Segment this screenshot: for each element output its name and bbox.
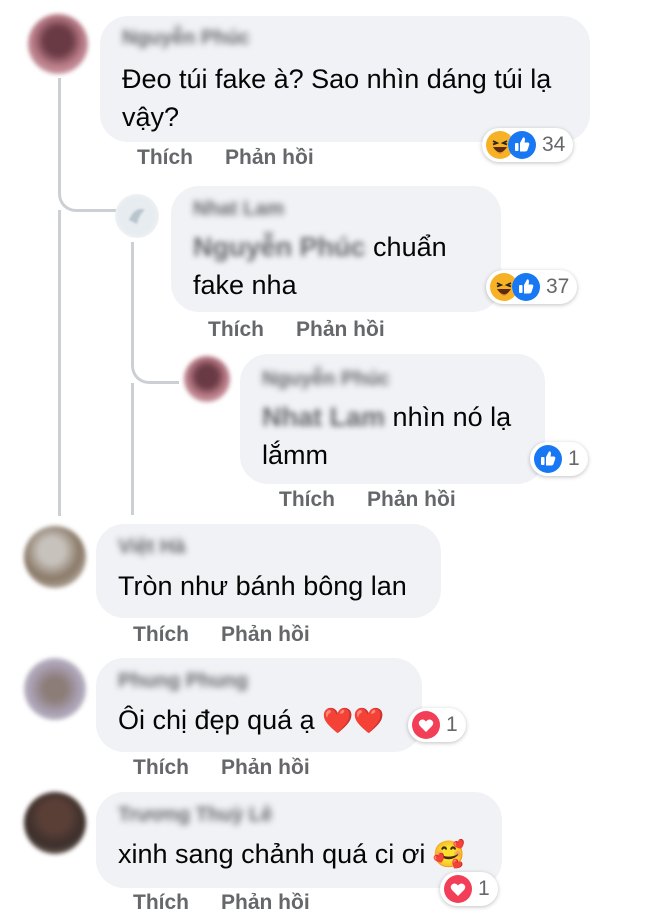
avatar[interactable] bbox=[24, 792, 86, 854]
comment-text: xinh sang chảnh quá ci ơi 🥰 bbox=[118, 835, 465, 874]
comment-actions: Thích Phản hồi bbox=[133, 891, 310, 915]
avatar[interactable] bbox=[24, 658, 86, 720]
comment-author[interactable]: Nhat Lam bbox=[193, 198, 284, 221]
comment-text: Ôi chị đẹp quá ạ ❤️❤️ bbox=[118, 701, 384, 740]
like-button[interactable]: Thích bbox=[208, 318, 264, 342]
reply-bubble: Nguyễn Phúc Nhat Lam nhìn nó lạ lắmm bbox=[240, 354, 545, 484]
like-button[interactable]: Thích bbox=[133, 891, 189, 915]
thread-line bbox=[58, 210, 61, 516]
like-icon bbox=[512, 273, 540, 301]
comment-text: Tròn như bánh bông lan bbox=[118, 571, 407, 601]
comment-bubble: Trương Thuỳ Lê xinh sang chảnh quá ci ơi… bbox=[96, 792, 502, 888]
reply-button[interactable]: Phản hồi bbox=[367, 488, 456, 512]
comment-bubble: Việt Hà Tròn như bánh bông lan bbox=[96, 524, 441, 618]
like-button[interactable]: Thích bbox=[137, 146, 193, 170]
comment-text-line: Đeo túi fake à? Sao nhìn dáng túi lạ bbox=[122, 64, 552, 94]
like-button[interactable]: Thích bbox=[279, 488, 335, 512]
like-button[interactable]: Thích bbox=[133, 756, 189, 780]
reply-button[interactable]: Phản hồi bbox=[221, 623, 310, 647]
comment-actions: Thích Phản hồi bbox=[133, 623, 310, 647]
love-icon bbox=[412, 711, 440, 739]
reaction-summary[interactable]: 37 bbox=[486, 270, 578, 304]
comment-text-line: fake nha bbox=[193, 270, 297, 300]
reaction-count: 1 bbox=[446, 713, 458, 736]
reaction-summary[interactable]: 1 bbox=[408, 708, 466, 742]
mention-tag[interactable]: Nhat Lam bbox=[262, 402, 385, 432]
comment-bubble: Phung Phung Ôi chị đẹp quá ạ ❤️❤️ bbox=[96, 658, 422, 752]
comment-text: Đeo túi fake à? Sao nhìn dáng túi lạ vậy… bbox=[122, 60, 551, 136]
smiling-hearts-emoji: 🥰 bbox=[432, 840, 466, 870]
comment-bubble: Nguyễn Phúc Đeo túi fake à? Sao nhìn dán… bbox=[100, 16, 590, 142]
comment-author[interactable]: Nguyễn Phúc bbox=[262, 368, 390, 391]
love-icon bbox=[444, 875, 472, 903]
reaction-count: 1 bbox=[478, 877, 490, 900]
like-icon bbox=[534, 445, 562, 473]
comment-actions: Thích Phản hồi bbox=[133, 756, 310, 780]
reaction-count: 37 bbox=[546, 275, 570, 298]
reply-button[interactable]: Phản hồi bbox=[296, 318, 385, 342]
reaction-count: 34 bbox=[542, 133, 566, 156]
comment-text: Nhat Lam nhìn nó lạ lắmm bbox=[262, 398, 511, 474]
comment-actions: Thích Phản hồi bbox=[279, 488, 456, 512]
avatar[interactable] bbox=[184, 356, 230, 402]
reaction-summary[interactable]: 1 bbox=[440, 872, 498, 906]
thread-line bbox=[131, 383, 134, 515]
reaction-count: 1 bbox=[568, 447, 580, 470]
comment-author[interactable]: Phung Phung bbox=[118, 670, 248, 693]
reply-button[interactable]: Phản hồi bbox=[221, 891, 310, 915]
like-icon bbox=[508, 131, 536, 159]
avatar[interactable] bbox=[28, 14, 88, 74]
reply-bubble: Nhat Lam Nguyễn Phúc chuẩn fake nha bbox=[171, 186, 501, 312]
comment-actions: Thích Phản hồi bbox=[208, 318, 385, 342]
mention-tag[interactable]: Nguyễn Phúc bbox=[193, 232, 366, 262]
comment-text-line: nhìn nó lạ bbox=[392, 402, 512, 432]
like-button[interactable]: Thích bbox=[133, 623, 189, 647]
comment-text-line: lắmm bbox=[262, 440, 328, 470]
comment-text-line: chuẩn bbox=[373, 232, 447, 262]
avatar[interactable] bbox=[115, 194, 159, 238]
reaction-summary[interactable]: 34 bbox=[482, 128, 574, 162]
reply-button[interactable]: Phản hồi bbox=[225, 146, 314, 170]
comment-actions: Thích Phản hồi bbox=[137, 146, 314, 170]
comment-author[interactable]: Nguyễn Phúc bbox=[122, 27, 250, 50]
comment-text-line: xinh sang chảnh quá ci ơi bbox=[118, 839, 426, 869]
comment-author[interactable]: Trương Thuỳ Lê bbox=[118, 804, 272, 827]
comment-author[interactable]: Việt Hà bbox=[118, 536, 185, 559]
avatar[interactable] bbox=[24, 526, 86, 588]
heart-emoji: ❤️❤️ bbox=[322, 706, 385, 735]
comment-text: Nguyễn Phúc chuẩn fake nha bbox=[193, 228, 447, 304]
reply-button[interactable]: Phản hồi bbox=[221, 756, 310, 780]
reaction-summary[interactable]: 1 bbox=[530, 442, 588, 476]
comment-text-line: Ôi chị đẹp quá ạ bbox=[118, 705, 315, 735]
